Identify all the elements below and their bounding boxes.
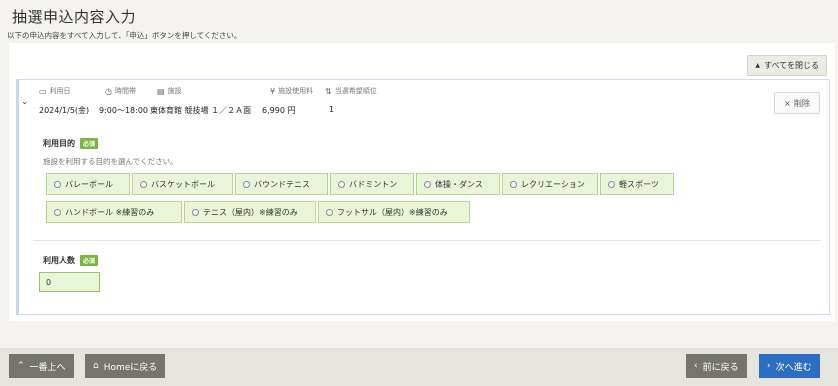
people-label-text: 利用人数 xyxy=(43,256,75,265)
option-label: バドミントン xyxy=(349,179,398,189)
next-button[interactable]: › 次へ進む xyxy=(759,354,820,378)
radio-icon xyxy=(140,180,147,188)
collapse-all-label: すべてを閉じる xyxy=(764,61,819,70)
application-panel: ▲ すべてを閉じる ⌄ ▭ 利用日 ◷ 時間帯 ▤ 施設 ¥ 施設使用料 ⇅ 当… xyxy=(9,43,835,321)
calendar-icon: ▭ xyxy=(39,86,47,96)
fee-value: 6,990 円 xyxy=(262,106,296,115)
back-label: 前に戻る xyxy=(702,362,739,373)
home-button[interactable]: ⌂ Homeに戻る xyxy=(85,354,166,378)
facility-header-label: 施設 xyxy=(167,87,182,95)
building-icon: ▤ xyxy=(157,86,165,96)
option-label: バウンドテニス xyxy=(254,179,310,189)
priority-header-label: 当選希望順位 xyxy=(334,87,377,95)
clock-icon: ◷ xyxy=(105,86,112,96)
time-value: 9:00～18:00 xyxy=(99,106,149,115)
reservation-card: ⌄ ▭ 利用日 ◷ 時間帯 ▤ 施設 ¥ 施設使用料 ⇅ 当選希望順位 2024… xyxy=(16,79,830,315)
purpose-option-recreation[interactable]: レクリエーション xyxy=(502,173,598,195)
footer-bar: ⌃ 一番上へ ⌂ Homeに戻る ‹ 前に戻る › 次へ進む xyxy=(0,348,838,386)
required-badge: 必須 xyxy=(80,138,99,149)
time-header-label: 時間帯 xyxy=(114,87,136,95)
close-icon: × xyxy=(784,98,791,108)
back-button[interactable]: ‹ 前に戻る xyxy=(686,354,747,378)
scroll-top-button[interactable]: ⌃ 一番上へ xyxy=(9,354,74,378)
purpose-option-volleyball[interactable]: バレーボール xyxy=(46,173,130,195)
option-label: レクリエーション xyxy=(521,179,585,189)
purpose-help-text: 施設を利用する目的を選んでください。 xyxy=(43,157,178,166)
page-title: 抽選申込内容入力 xyxy=(12,8,137,26)
purpose-option-futsal-indoor[interactable]: フットサル（屋内）※練習のみ xyxy=(318,201,470,223)
delete-button[interactable]: × 削除 xyxy=(774,92,820,114)
option-label: テニス（屋内）※練習のみ xyxy=(203,207,298,217)
people-label: 利用人数 必須 xyxy=(43,255,99,266)
option-label: 軽スポーツ xyxy=(619,179,659,189)
radio-icon xyxy=(54,180,61,188)
next-label: 次へ進む xyxy=(775,362,812,373)
priority-value: 1 xyxy=(329,105,335,114)
option-label: バレーボール xyxy=(65,179,113,189)
date-value: 2024/1/5(金) xyxy=(39,106,90,115)
purpose-label-text: 利用目的 xyxy=(43,139,75,148)
purpose-option-tennis-indoor[interactable]: テニス（屋内）※練習のみ xyxy=(184,201,316,223)
page-subtitle: 以下の申込内容をすべて入力して、「申込」ボタンを押してください。 xyxy=(7,31,242,40)
radio-icon xyxy=(510,180,517,188)
chevron-down-icon[interactable]: ⌄ xyxy=(21,97,29,107)
radio-icon xyxy=(338,180,345,188)
home-icon: ⌂ xyxy=(93,361,99,371)
option-label: フットサル（屋内）※練習のみ xyxy=(337,207,448,217)
yen-icon: ¥ xyxy=(270,86,276,96)
time-column-header: ◷ 時間帯 xyxy=(105,86,136,96)
purpose-option-gymnastics-dance[interactable]: 体操・ダンス xyxy=(416,173,500,195)
double-chevron-up-icon: ⌃ xyxy=(17,361,25,371)
required-badge: 必須 xyxy=(80,255,99,266)
radio-icon xyxy=(326,208,333,216)
collapse-all-button[interactable]: ▲ すべてを閉じる xyxy=(747,55,827,76)
purpose-option-handball[interactable]: ハンドボール ※練習のみ xyxy=(46,201,182,223)
priority-column-header: ⇅ 当選希望順位 xyxy=(325,86,377,96)
radio-icon xyxy=(54,208,61,216)
radio-icon xyxy=(608,180,615,188)
purpose-option-badminton[interactable]: バドミントン xyxy=(330,173,414,195)
scroll-top-label: 一番上へ xyxy=(29,362,66,373)
fee-column-header: ¥ 施設使用料 xyxy=(270,86,313,96)
purpose-label: 利用目的 必須 xyxy=(43,138,99,149)
home-label: Homeに戻る xyxy=(103,362,158,373)
chevron-right-icon: › xyxy=(767,361,771,371)
purpose-option-bound-tennis[interactable]: バウンドテニス xyxy=(235,173,328,195)
purpose-option-light-sports[interactable]: 軽スポーツ xyxy=(600,173,674,195)
caret-up-icon: ▲ xyxy=(755,62,761,69)
option-label: ハンドボール ※練習のみ xyxy=(65,207,155,217)
delete-label: 削除 xyxy=(793,98,810,108)
people-count-input[interactable] xyxy=(39,272,100,292)
option-label: 体操・ダンス xyxy=(435,179,483,189)
radio-icon xyxy=(424,180,431,188)
radio-icon xyxy=(192,208,199,216)
radio-icon xyxy=(243,180,250,188)
date-column-header: ▭ 利用日 xyxy=(39,86,71,96)
option-label: バスケットボール xyxy=(151,179,215,189)
section-divider xyxy=(33,240,821,241)
chevron-left-icon: ‹ xyxy=(694,361,698,371)
facility-value: 東体育館 競技場 １／２Ａ面 xyxy=(150,106,252,115)
date-header-label: 利用日 xyxy=(49,87,71,95)
sort-icon: ⇅ xyxy=(325,86,332,96)
facility-column-header: ▤ 施設 xyxy=(157,86,182,96)
purpose-option-basketball[interactable]: バスケットボール xyxy=(132,173,233,195)
fee-header-label: 施設使用料 xyxy=(278,87,314,95)
